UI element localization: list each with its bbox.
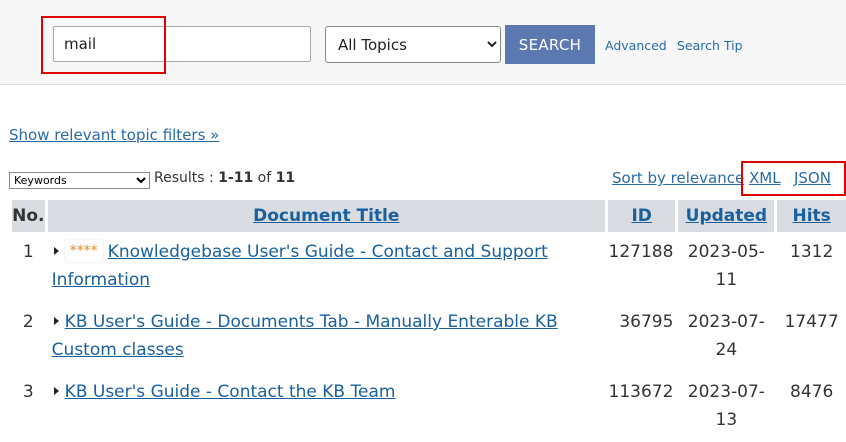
header-title: Document Title bbox=[47, 200, 605, 232]
row-hits: 8476 bbox=[790, 382, 834, 402]
table-header-row: No. Document Title ID Updated Hits bbox=[12, 200, 846, 232]
sort-by-hits-link[interactable]: Hits bbox=[793, 206, 831, 226]
table-row: 3 KB User's Guide - Contact the KB Team … bbox=[12, 372, 846, 442]
expand-triangle-icon[interactable] bbox=[53, 247, 59, 255]
results-prefix: Results : bbox=[154, 170, 214, 186]
sort-by-id-link[interactable]: ID bbox=[631, 206, 651, 226]
expand-triangle-icon[interactable] bbox=[53, 317, 59, 325]
row-title-cell: KB User's Guide - Contact the KB Team bbox=[48, 372, 605, 442]
document-title-link[interactable]: KB User's Guide - Contact the KB Team bbox=[65, 382, 396, 402]
topic-filters-link[interactable]: Show relevant topic filters » bbox=[9, 126, 219, 144]
row-title-cell: KB User's Guide - Documents Tab - Manual… bbox=[48, 302, 605, 372]
row-updated: 2023-05-11 bbox=[687, 242, 765, 290]
results-range: 1-11 bbox=[218, 170, 254, 186]
row-updated: 2023-07-24 bbox=[687, 312, 765, 360]
document-title-link[interactable]: Knowledgebase User's Guide - Contact and… bbox=[52, 242, 548, 290]
document-title-link[interactable]: KB User's Guide - Documents Tab - Manual… bbox=[52, 312, 558, 360]
table-row: 1 **** Knowledgebase User's Guide - Conta… bbox=[12, 232, 846, 302]
results-of: of bbox=[257, 170, 272, 186]
row-updated: 2023-07-13 bbox=[687, 382, 765, 430]
row-id: 113672 bbox=[608, 382, 674, 402]
sort-by-title-link[interactable]: Document Title bbox=[253, 206, 399, 226]
header-updated: Updated bbox=[678, 200, 775, 232]
keyword-mode-select[interactable]: Keywords bbox=[9, 172, 150, 189]
results-summary: Results : 1-11 of 11 bbox=[154, 170, 295, 186]
topic-select[interactable]: All Topics bbox=[325, 26, 501, 63]
sort-by-relevance-link[interactable]: Sort by relevance bbox=[612, 169, 744, 187]
row-title-cell: **** Knowledgebase User's Guide - Contact… bbox=[48, 232, 605, 302]
search-tip-link[interactable]: Search Tip bbox=[677, 38, 743, 53]
sort-by-updated-link[interactable]: Updated bbox=[686, 206, 767, 226]
results-total: 11 bbox=[275, 170, 296, 186]
row-hits: 17477 bbox=[784, 312, 839, 332]
search-input[interactable] bbox=[53, 26, 311, 62]
expand-triangle-icon[interactable] bbox=[53, 387, 59, 395]
header-no: No. bbox=[12, 200, 45, 232]
header-id: ID bbox=[607, 200, 676, 232]
row-id: 127188 bbox=[608, 242, 674, 262]
row-number: 1 bbox=[22, 242, 34, 262]
results-table: No. Document Title ID Updated Hits 1 ***… bbox=[9, 200, 846, 442]
search-button[interactable]: SEARCH bbox=[505, 25, 595, 64]
table-row: 2 KB User's Guide - Documents Tab - Manu… bbox=[12, 302, 846, 372]
header-hits: Hits bbox=[777, 200, 846, 232]
row-hits: 1312 bbox=[790, 242, 834, 262]
rating-stars: **** bbox=[64, 240, 103, 262]
json-export-link[interactable]: JSON bbox=[794, 169, 831, 187]
search-bar: All Topics SEARCH Advanced Search Tip bbox=[0, 0, 846, 85]
row-number: 2 bbox=[22, 312, 34, 332]
xml-export-link[interactable]: XML bbox=[749, 169, 781, 187]
row-id: 36795 bbox=[619, 312, 674, 332]
advanced-search-link[interactable]: Advanced bbox=[605, 38, 667, 53]
row-number: 3 bbox=[22, 382, 34, 402]
